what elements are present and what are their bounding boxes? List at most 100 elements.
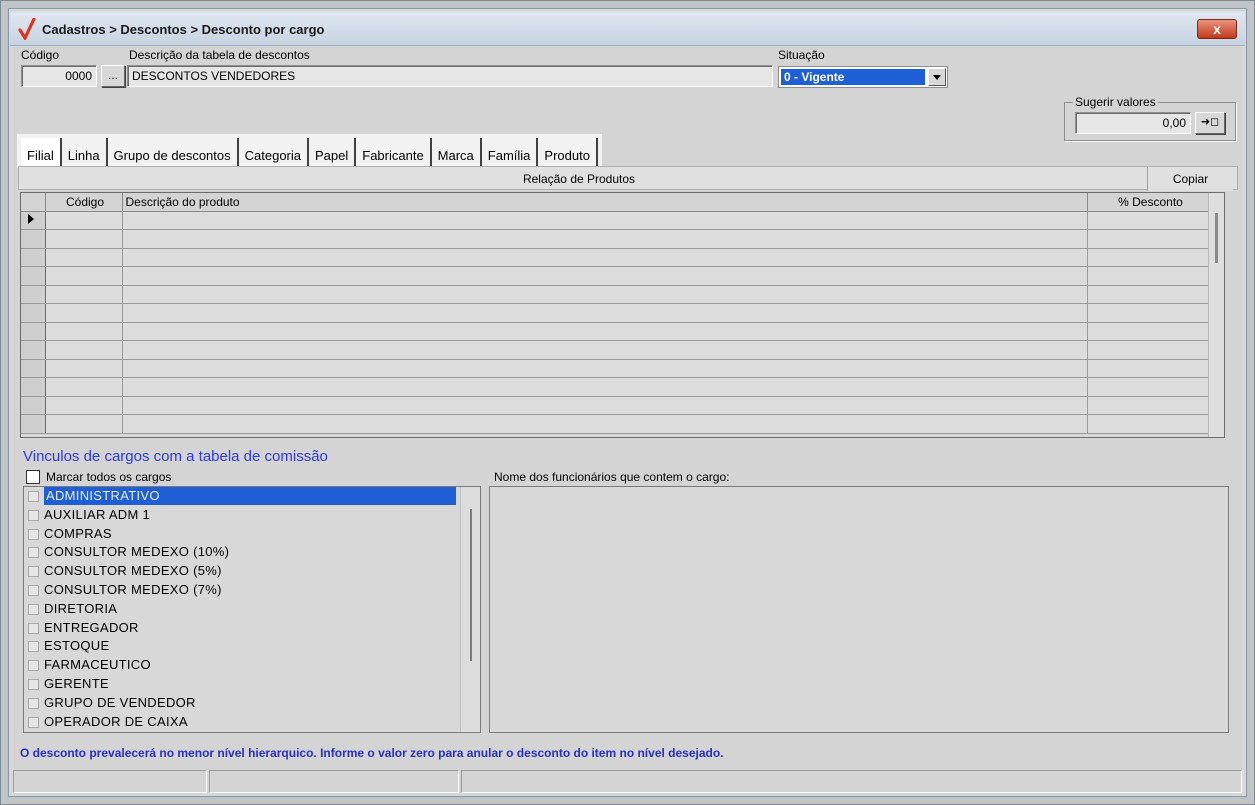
grid-cell[interactable] (1087, 359, 1212, 378)
grid-cell[interactable] (45, 359, 123, 378)
cargo-checkbox[interactable] (28, 547, 39, 559)
row-indicator[interactable] (21, 266, 46, 286)
close-button[interactable]: x (1197, 19, 1237, 39)
grid-cell[interactable] (122, 322, 1088, 341)
cargo-checkbox[interactable] (28, 509, 39, 521)
cargos-scroll-thumb[interactable] (470, 509, 472, 661)
grid-cell[interactable] (122, 359, 1088, 378)
table-row[interactable] (21, 266, 1212, 286)
cargos-list[interactable]: ADMINISTRATIVO AUXILIAR ADM 1 COMPRAS CONSU… (23, 486, 481, 733)
cargo-checkbox[interactable] (28, 584, 39, 596)
grid-cell[interactable] (122, 396, 1088, 415)
cargo-checkbox[interactable] (28, 641, 39, 653)
grid-cell[interactable] (1087, 303, 1212, 323)
grid-cell[interactable] (45, 303, 123, 323)
row-indicator[interactable] (21, 229, 46, 249)
grid-cell[interactable] (122, 229, 1088, 249)
table-row[interactable] (21, 248, 1212, 267)
chevron-down-icon[interactable] (928, 68, 946, 86)
grid-cell[interactable] (45, 340, 123, 360)
list-item[interactable]: FARMACEUTICO (24, 656, 480, 675)
list-item[interactable]: CONSULTOR MEDEXO (7%) (24, 581, 480, 600)
tab-fabricante[interactable]: Fabricante (356, 138, 432, 168)
grid-cell[interactable] (122, 377, 1088, 397)
grid-cell[interactable] (1087, 377, 1212, 397)
col-descricao[interactable]: Descrição do produto (122, 193, 1088, 212)
copy-button[interactable]: Copiar (1147, 167, 1233, 191)
row-indicator[interactable] (21, 377, 46, 397)
tab-categoria[interactable]: Categoria (239, 138, 309, 168)
codigo-field[interactable]: 0000 (21, 65, 97, 87)
grid-cell[interactable] (45, 414, 123, 434)
row-indicator[interactable] (21, 396, 46, 415)
grid-scroll-thumb[interactable] (1215, 213, 1218, 263)
tab-grupo-de-descontos[interactable]: Grupo de descontos (108, 138, 239, 168)
produtos-grid[interactable]: Código Descrição do produto % Desconto (20, 192, 1225, 438)
cargo-checkbox[interactable] (28, 716, 39, 728)
grid-cell[interactable] (1087, 248, 1212, 267)
table-row[interactable] (21, 322, 1212, 341)
grid-cell[interactable] (1087, 414, 1212, 434)
list-item[interactable]: GRUPO DE VENDEDOR (24, 694, 480, 713)
grid-cell[interactable] (45, 211, 123, 230)
list-item[interactable]: ENTREGADOR (24, 619, 480, 638)
mark-all-checkbox[interactable] (26, 470, 40, 484)
grid-cell[interactable] (122, 303, 1088, 323)
grid-cell[interactable] (1087, 340, 1212, 360)
cargo-checkbox[interactable] (28, 566, 39, 578)
codigo-lookup-button[interactable]: ... (101, 65, 125, 87)
descricao-field[interactable]: DESCONTOS VENDEDORES (127, 65, 773, 87)
table-row[interactable] (21, 396, 1212, 415)
table-row[interactable] (21, 377, 1212, 397)
cargo-checkbox[interactable] (28, 491, 39, 502)
row-indicator[interactable] (21, 359, 46, 378)
col-desconto[interactable]: % Desconto (1087, 193, 1212, 212)
row-indicator[interactable] (21, 248, 46, 267)
title-bar[interactable]: Cadastros > Descontos > Desconto por car… (10, 12, 1245, 46)
cargo-checkbox[interactable] (28, 528, 39, 540)
grid-cell[interactable] (122, 340, 1088, 360)
grid-cell[interactable] (1087, 229, 1212, 249)
cargo-checkbox[interactable] (28, 660, 39, 672)
row-indicator[interactable] (21, 322, 46, 341)
grid-cell[interactable] (45, 396, 123, 415)
list-item[interactable]: CONSULTOR MEDEXO (5%) (24, 562, 480, 581)
cargo-checkbox[interactable] (28, 678, 39, 690)
tab-filial[interactable]: Filial (21, 138, 62, 168)
mark-all-label[interactable]: Marcar todos os cargos (46, 470, 171, 484)
grid-cell[interactable] (122, 266, 1088, 286)
grid-cell[interactable] (122, 285, 1088, 304)
grid-cell[interactable] (45, 377, 123, 397)
grid-cell[interactable] (45, 229, 123, 249)
row-indicator[interactable] (21, 340, 46, 360)
list-item[interactable]: ESTOQUE (24, 637, 480, 656)
grid-cell[interactable] (45, 266, 123, 286)
situacao-select[interactable]: 0 - Vigente (778, 66, 948, 88)
cargo-checkbox[interactable] (28, 603, 39, 615)
funcionarios-list[interactable] (489, 486, 1229, 733)
table-row[interactable] (21, 414, 1212, 434)
list-item[interactable]: GERENTE (24, 675, 480, 694)
table-row[interactable] (21, 359, 1212, 378)
tab-produto[interactable]: Produto (538, 138, 598, 168)
grid-cell[interactable] (1087, 285, 1212, 304)
grid-cell[interactable] (1087, 322, 1212, 341)
list-item[interactable]: COMPRAS (24, 525, 480, 544)
grid-cell[interactable] (45, 248, 123, 267)
list-item[interactable]: CONSULTOR MEDEXO (10%) (24, 543, 480, 562)
grid-cell[interactable] (122, 211, 1088, 230)
tab-papel[interactable]: Papel (309, 138, 357, 168)
list-item[interactable]: DIRETORIA (24, 600, 480, 619)
apply-suggestion-button[interactable]: ➜◻ (1195, 112, 1225, 134)
table-row[interactable] (21, 285, 1212, 304)
tab-marca[interactable]: Marca (432, 138, 482, 168)
list-item[interactable]: OPERADOR DE CAIXA (24, 713, 480, 732)
tab-familia[interactable]: Família (482, 138, 539, 168)
current-row-indicator[interactable] (21, 211, 46, 230)
list-item[interactable]: AUXILIAR ADM 1 (24, 506, 480, 525)
grid-cell[interactable] (45, 285, 123, 304)
cargo-checkbox[interactable] (28, 697, 39, 709)
tab-linha[interactable]: Linha (62, 138, 108, 168)
col-codigo[interactable]: Código (45, 193, 123, 212)
row-indicator[interactable] (21, 303, 46, 323)
